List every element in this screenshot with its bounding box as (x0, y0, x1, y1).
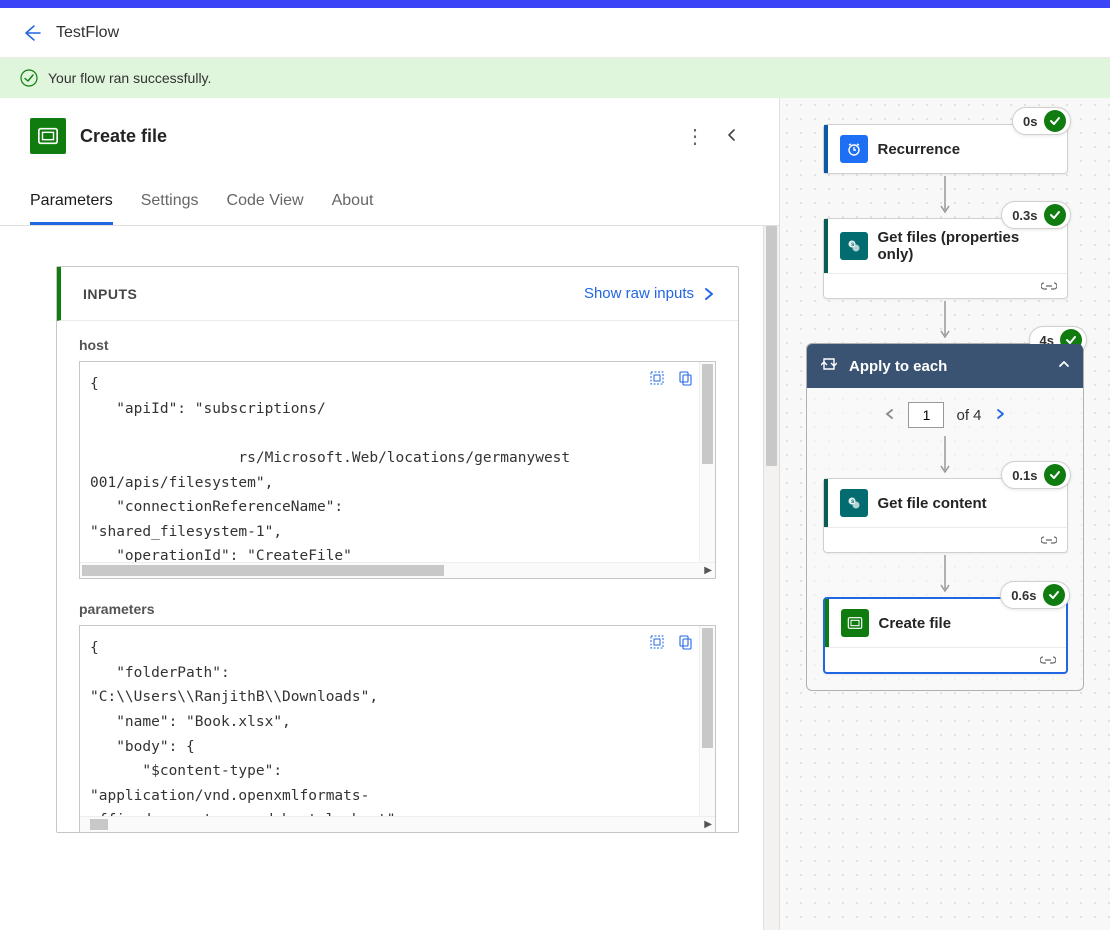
host-label: host (57, 321, 738, 361)
check-icon (1043, 584, 1065, 606)
filesystem-icon (841, 609, 869, 637)
status-badge: 0.3s (1001, 201, 1070, 229)
node-get-files[interactable]: 0.3s s Get files (properties only) (823, 218, 1068, 299)
link-icon[interactable] (1040, 652, 1056, 668)
pager-prev-icon[interactable] (884, 407, 896, 424)
node-apply-to-each[interactable]: 4s Apply to each of 4 (806, 343, 1084, 691)
check-icon (1044, 464, 1066, 486)
arrow-down-icon (944, 553, 946, 597)
pager-next-icon[interactable] (994, 407, 1006, 424)
pager-input[interactable] (908, 402, 944, 428)
status-badge: 0.1s (1001, 461, 1070, 489)
more-menu-icon[interactable]: ⋮ (675, 120, 715, 153)
check-icon (1044, 110, 1066, 132)
sharepoint-icon: s (840, 232, 868, 260)
node-recurrence[interactable]: 0s Recurrence (823, 124, 1068, 174)
link-icon[interactable] (1041, 278, 1057, 294)
tab-settings[interactable]: Settings (141, 184, 199, 225)
success-banner: Your flow ran successfully. (0, 58, 1110, 98)
parameters-code-block: { "folderPath": "C:\\Users\\RanjithB\\Do… (79, 625, 716, 832)
tab-parameters[interactable]: Parameters (30, 184, 113, 225)
inputs-heading: INPUTS (83, 286, 137, 302)
loop-icon (821, 356, 837, 376)
copy-icon[interactable] (675, 368, 695, 388)
code-hscroll[interactable]: ▶ (80, 562, 715, 578)
tab-codeview[interactable]: Code View (227, 184, 304, 225)
panel-vscroll[interactable] (763, 226, 779, 930)
node-create-file[interactable]: 0.6s Create file (823, 597, 1068, 674)
host-code-block: { "apiId": "subscriptions/ rs/Microsoft.… (79, 361, 716, 579)
loop-pager: of 4 (807, 388, 1083, 434)
select-all-icon[interactable] (647, 632, 667, 652)
arrow-down-icon (944, 174, 946, 218)
filesystem-icon (30, 118, 66, 154)
clock-icon (840, 135, 868, 163)
copy-icon[interactable] (675, 632, 695, 652)
check-icon (1044, 204, 1066, 226)
pager-of-label: of 4 (956, 407, 981, 424)
link-icon[interactable] (1041, 532, 1057, 548)
node-get-file-content[interactable]: 0.1s s Get file content (823, 478, 1068, 553)
tab-about[interactable]: About (332, 184, 374, 225)
parameters-code[interactable]: { "folderPath": "C:\\Users\\RanjithB\\Do… (80, 626, 699, 816)
code-vscroll[interactable] (699, 626, 715, 816)
show-raw-inputs-link[interactable]: Show raw inputs (584, 285, 716, 302)
back-icon[interactable] (22, 23, 42, 43)
status-badge: 0.6s (1000, 581, 1069, 609)
parameters-label: parameters (57, 585, 738, 625)
step-title: Create file (80, 126, 167, 147)
chevron-up-icon[interactable] (1057, 357, 1071, 375)
select-all-icon[interactable] (647, 368, 667, 388)
collapse-panel-icon[interactable] (715, 124, 749, 149)
success-message: Your flow ran successfully. (48, 70, 211, 86)
arrow-down-icon (944, 434, 946, 478)
arrow-down-icon (944, 299, 946, 343)
page-title: TestFlow (56, 24, 119, 42)
sharepoint-icon: s (840, 489, 868, 517)
code-hscroll[interactable]: ▶ (80, 816, 715, 832)
code-vscroll[interactable] (699, 362, 715, 562)
status-badge: 0s (1012, 107, 1070, 135)
host-code[interactable]: { "apiId": "subscriptions/ rs/Microsoft.… (80, 362, 699, 562)
